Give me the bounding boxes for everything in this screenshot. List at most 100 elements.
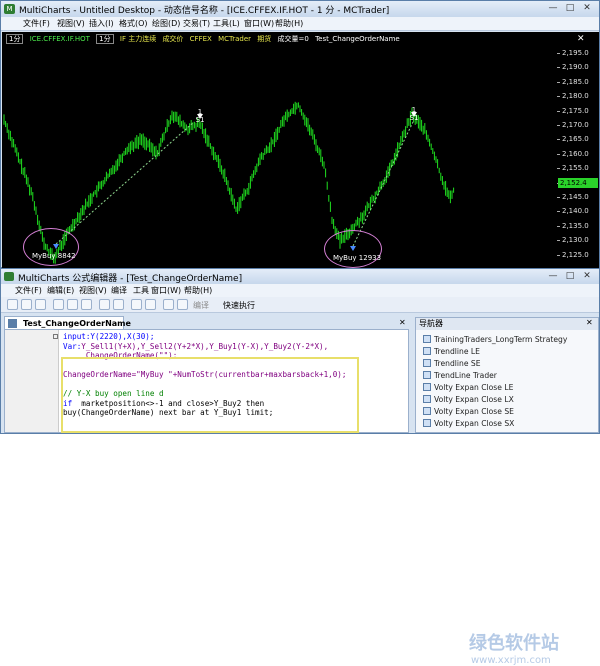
trade-highlight-ellipse: [324, 230, 382, 268]
navigator-item[interactable]: Trendline LE: [434, 346, 480, 357]
menu-draw[interactable]: 绘图(D): [152, 18, 180, 29]
find-icon[interactable]: [131, 299, 142, 310]
document-icon: [8, 319, 17, 328]
price-tick: [557, 197, 560, 198]
editor-menu-tools[interactable]: 工具: [133, 285, 149, 296]
price-label: 2,145.0: [562, 193, 589, 201]
editor-close-button[interactable]: ✕: [579, 270, 595, 283]
outdent-icon[interactable]: [177, 299, 188, 310]
cut-icon[interactable]: [53, 299, 64, 310]
code-editor[interactable]: input:Y(2220),X(30); Var:Y_Sell1(Y+X),Y_…: [4, 329, 409, 433]
strategy-icon: [423, 407, 431, 415]
strategy-icon: [423, 383, 431, 391]
navigator-close-icon[interactable]: ✕: [586, 318, 593, 327]
price-tick: [557, 211, 560, 213]
price-tick: [557, 96, 560, 98]
menu-insert[interactable]: 插入(I): [89, 18, 114, 29]
compile-button[interactable]: 编译: [193, 300, 209, 311]
editor-menu-window[interactable]: 窗口(W): [151, 285, 181, 296]
exit-label: S1: [409, 114, 419, 122]
collapse-icon[interactable]: [53, 334, 58, 339]
editor-menu-edit[interactable]: 编辑(E): [47, 285, 74, 296]
document-close-icon[interactable]: ✕: [399, 318, 406, 327]
price-label: 2,160.0: [562, 149, 589, 158]
price-label: 2,130.0: [562, 236, 589, 245]
paste-icon[interactable]: [81, 299, 92, 310]
chart-position: 成交量=0: [277, 35, 309, 43]
formula-editor-window: MultiCharts 公式编辑器 - [Test_ChangeOrderNam…: [0, 268, 600, 666]
menu-help[interactable]: 帮助(H): [275, 18, 303, 29]
chart-period: 1分: [96, 34, 114, 44]
copy-icon[interactable]: [67, 299, 78, 310]
price-label: 2,180.0: [562, 92, 589, 101]
editor-menu-help[interactable]: 帮助(H): [184, 285, 212, 296]
document-tab[interactable]: Test_ChangeOrderName: [4, 316, 131, 329]
chart-period-tag[interactable]: 1分: [6, 34, 24, 44]
price-tick: [557, 81, 560, 83]
price-tick: [557, 67, 560, 69]
code-line[interactable]: input:Y(2220),X(30);: [63, 332, 154, 342]
exit-count: 1: [197, 108, 203, 116]
code-line[interactable]: Var:Y_Sell1(Y+X),Y_Sell2(Y+2*X),Y_Buy1(Y…: [63, 342, 328, 352]
navigator-item[interactable]: TrainingTraders_LongTerm Strategy: [434, 334, 567, 345]
menu-trade[interactable]: 交易(T): [183, 18, 210, 29]
quick-run-button[interactable]: 快速执行: [223, 300, 255, 311]
price-tick: [557, 240, 560, 242]
strategy-icon: [423, 347, 431, 355]
price-label: 2,175.0: [562, 106, 589, 115]
navigator-item[interactable]: Volty Expan Close SE: [434, 406, 514, 417]
watermark-url: www.xxrjm.com: [471, 655, 551, 666]
line-gutter: [5, 330, 59, 432]
chart-trader: MCTrader: [218, 35, 252, 43]
chart-exchange: CFFEX: [189, 35, 212, 43]
price-chart[interactable]: 1分 ICE.CFFEX.IF.HOT 1分 IF 主力连续 成交价 CFFEX…: [2, 32, 599, 268]
strategy-icon: [423, 371, 431, 379]
current-price-badge: 2,152.4: [558, 178, 598, 188]
close-button[interactable]: ✕: [579, 2, 595, 15]
menu-file[interactable]: 文件(F): [23, 18, 50, 29]
save-icon[interactable]: [35, 299, 46, 310]
editor-menu-compile[interactable]: 编译: [111, 285, 127, 296]
minimize-button[interactable]: —: [545, 2, 561, 15]
navigator-pane: 导航器 ✕ TrainingTraders_LongTerm Strategy T…: [415, 317, 599, 433]
navigator-item[interactable]: TrendLine Trader: [434, 370, 497, 381]
price-axis[interactable]: 2,195.0 2,190.0 2,185.0 2,180.0 2,175.0 2,170…: [557, 32, 599, 268]
editor-menu-view[interactable]: 视图(V): [79, 285, 107, 296]
code-highlight-box: [61, 357, 359, 433]
price-label: 2,125.0: [562, 250, 589, 259]
indent-icon[interactable]: [163, 299, 174, 310]
menu-view[interactable]: 视图(V): [57, 18, 85, 29]
menu-tools[interactable]: 工具(L): [213, 18, 240, 29]
undo-icon[interactable]: [99, 299, 110, 310]
redo-icon[interactable]: [113, 299, 124, 310]
editor-minimize-button[interactable]: —: [545, 270, 561, 283]
new-file-icon[interactable]: [7, 299, 18, 310]
strategy-icon: [423, 395, 431, 403]
exit-marker: 1 S1: [408, 106, 420, 122]
navigator-item[interactable]: Volty Expan Close LE: [434, 382, 513, 393]
navigator-item[interactable]: Volty Expan Close SX: [434, 418, 514, 429]
candle-series: [3, 101, 455, 264]
navigator-item[interactable]: Trendline SE: [434, 358, 481, 369]
navigator-item[interactable]: Volty Expan Close LX: [434, 394, 514, 405]
price-tick: [557, 53, 560, 54]
price-label: 2,155.0: [562, 164, 589, 173]
open-file-icon[interactable]: [21, 299, 32, 310]
exit-marker: 1 S1: [194, 108, 206, 124]
multicharts-logo-icon: M: [4, 4, 15, 14]
chart-symbol: ICE.CFFEX.IF.HOT: [29, 35, 90, 43]
replace-icon[interactable]: [145, 299, 156, 310]
app-title: MultiCharts - Untitled Desktop - 动态信号名称 …: [19, 6, 390, 16]
maximize-button[interactable]: □: [562, 2, 578, 15]
menu-window[interactable]: 窗口(W): [244, 18, 274, 29]
chart-extra: 期货: [257, 35, 272, 43]
menu-format[interactable]: 格式(O): [119, 18, 148, 29]
navigator-list: TrainingTraders_LongTerm Strategy Trendli…: [416, 332, 598, 432]
editor-menu-file[interactable]: 文件(F): [15, 285, 42, 296]
chart-contract: IF 主力连续: [119, 35, 157, 43]
price-label: 2,195.0: [562, 49, 589, 57]
price-tick: [557, 254, 560, 256]
editor-maximize-button[interactable]: □: [562, 270, 578, 283]
editor-titlebar[interactable]: MultiCharts 公式编辑器 - [Test_ChangeOrderNam…: [1, 269, 599, 284]
app-titlebar[interactable]: M MultiCharts - Untitled Desktop - 动态信号名…: [1, 1, 599, 17]
